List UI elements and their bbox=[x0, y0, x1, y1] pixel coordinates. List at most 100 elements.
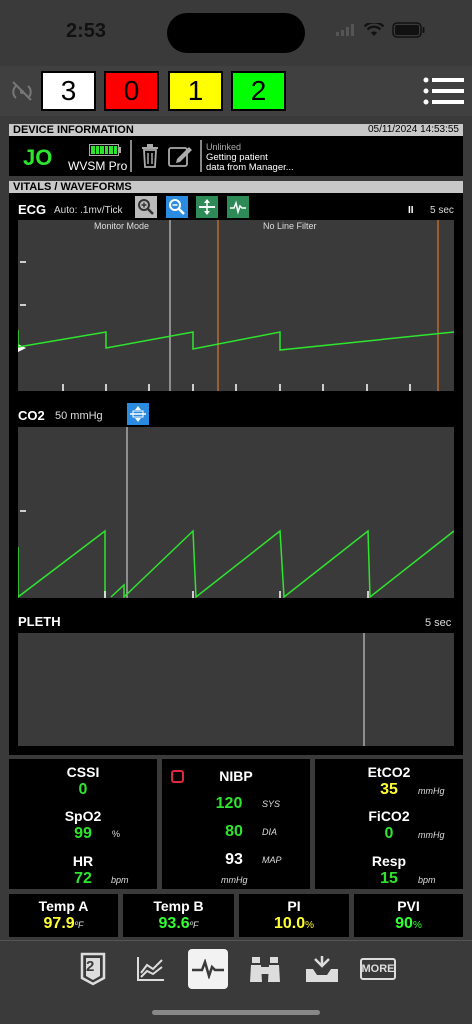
temp-a-panel[interactable]: Temp A 97.9ºF bbox=[9, 894, 118, 937]
nibp-map-label: MAP bbox=[262, 855, 282, 865]
tab-tray[interactable] bbox=[302, 949, 342, 989]
temp-a-value: 97.9 bbox=[43, 915, 75, 932]
status-bar: 2:53 bbox=[0, 0, 472, 66]
no-signal-icon[interactable] bbox=[10, 79, 34, 103]
ecg-wave-icon bbox=[230, 200, 246, 215]
nibp-sys-value: 120 bbox=[215, 795, 243, 812]
link-status: Unlinked bbox=[206, 142, 242, 152]
resp-name: Resp bbox=[371, 853, 407, 869]
hr-name: HR bbox=[72, 853, 94, 869]
scale-adjust-icon bbox=[130, 406, 146, 422]
pi-unit: % bbox=[305, 920, 315, 931]
temp-b-value: 93.6 bbox=[158, 915, 190, 932]
pvi-reading: 90% bbox=[354, 915, 463, 933]
pleth-waveform bbox=[18, 633, 454, 746]
link-message: Getting patient data from Manager... bbox=[206, 152, 294, 173]
cssi-value: 0 bbox=[78, 781, 88, 798]
temp-b-name: Temp B bbox=[153, 898, 204, 914]
device-datetime: 05/11/2024 14:53:55 bbox=[367, 124, 459, 135]
pvi-panel[interactable]: PVI 90% bbox=[354, 894, 463, 937]
nibp-unit: mmHg bbox=[221, 875, 248, 885]
nibp-sys-label: SYS bbox=[262, 799, 281, 809]
cellular-icon bbox=[336, 24, 354, 36]
pvi-value: 90 bbox=[395, 915, 413, 932]
ecg-lead: II bbox=[408, 205, 414, 216]
device-initials[interactable]: JO bbox=[23, 145, 52, 171]
device-info-panel: JO WVSM Pro Unlinked Getting patient dat… bbox=[9, 136, 463, 176]
nibp-panel[interactable]: NIBP 120 SYS 80 DIA 93 MAP mmHg bbox=[162, 759, 310, 889]
tab-search[interactable] bbox=[245, 949, 285, 989]
dynamic-island bbox=[167, 13, 305, 53]
pi-value: 10.0 bbox=[273, 915, 306, 932]
ecg-scale: Auto: .1mv/Tick bbox=[54, 205, 123, 216]
zoom-in-button[interactable] bbox=[135, 196, 157, 218]
tray-download-icon bbox=[306, 956, 338, 982]
nibp-dia-value: 80 bbox=[225, 823, 243, 840]
tab-trends[interactable] bbox=[130, 949, 170, 989]
resp-unit: bpm bbox=[418, 875, 436, 885]
resp-value: 15 bbox=[380, 870, 398, 887]
ecg-duration: 5 sec bbox=[430, 205, 454, 216]
pi-reading: 10.0% bbox=[239, 915, 349, 933]
ecg-mode: Monitor Mode bbox=[94, 221, 150, 231]
nibp-dia-label: DIA bbox=[262, 827, 278, 837]
temp-a-reading: 97.9ºF bbox=[9, 915, 118, 933]
zoom-out-icon bbox=[169, 199, 185, 215]
zoom-in-icon bbox=[138, 199, 154, 215]
triage-box-immediate[interactable]: 0 bbox=[104, 71, 159, 111]
tab-waveforms[interactable] bbox=[188, 949, 228, 989]
trash-icon[interactable] bbox=[140, 144, 160, 168]
home-indicator bbox=[152, 1010, 320, 1015]
pvi-name: PVI bbox=[397, 898, 420, 914]
etco2-name: EtCO2 bbox=[367, 764, 411, 780]
triage-box-minimal[interactable]: 3 bbox=[41, 71, 96, 111]
tab-patients[interactable]: 2 bbox=[73, 949, 113, 989]
tab-more-label: MORE bbox=[361, 963, 395, 975]
ecg-label: ECG bbox=[18, 202, 47, 217]
tab-more[interactable]: MORE bbox=[358, 949, 398, 989]
tab-patients-label: 2 bbox=[86, 958, 95, 975]
pleth-duration: 5 sec bbox=[425, 617, 452, 629]
co2-label: CO2 bbox=[18, 408, 45, 423]
device-name: WVSM Pro bbox=[68, 159, 128, 173]
baseline-button[interactable] bbox=[196, 196, 218, 218]
ecg-wave-button[interactable] bbox=[227, 196, 249, 218]
waveform-icon bbox=[192, 959, 224, 979]
co2-scale-button[interactable] bbox=[127, 403, 149, 425]
etco2-unit: mmHg bbox=[418, 786, 445, 796]
status-icons bbox=[336, 22, 426, 38]
zoom-out-button[interactable] bbox=[166, 196, 188, 218]
vitals-header: VITALS / WAVEFORMS bbox=[9, 181, 463, 193]
temp-b-reading: 93.6ºF bbox=[123, 915, 234, 933]
temp-b-panel[interactable]: Temp B 93.6ºF bbox=[123, 894, 234, 937]
battery-status-icon bbox=[392, 22, 425, 38]
hr-value: 72 bbox=[74, 870, 92, 887]
pleth-label: PLETH bbox=[18, 614, 61, 629]
stats-left-panel: CSSI 0 SpO2 99 % HR 72 bpm bbox=[9, 759, 157, 889]
spo2-value: 99 bbox=[74, 825, 92, 842]
fico2-name: FiCO2 bbox=[368, 808, 410, 824]
triage-box-green[interactable]: 2 bbox=[231, 71, 286, 111]
temp-a-unit: ºF bbox=[74, 920, 84, 930]
pvi-unit: % bbox=[412, 920, 422, 931]
baseline-adjust-icon bbox=[199, 199, 215, 215]
ecg-filter: No Line Filter bbox=[263, 221, 317, 231]
spo2-name: SpO2 bbox=[64, 808, 102, 824]
trend-chart-icon bbox=[137, 957, 164, 981]
triage-box-delayed[interactable]: 1 bbox=[168, 71, 223, 111]
status-time: 2:53 bbox=[66, 20, 107, 42]
vitals-panel: ECG Auto: .1mv/Tick II 5 sec Monitor Mod… bbox=[9, 193, 463, 755]
ecg-waveform: Monitor Mode No Line Filter bbox=[17, 220, 455, 391]
stats-right-panel: EtCO2 35 mmHg FiCO2 0 mmHg Resp 15 bpm bbox=[315, 759, 463, 889]
menu-icon[interactable] bbox=[423, 77, 465, 105]
wifi-icon bbox=[364, 23, 384, 36]
co2-waveform bbox=[17, 427, 455, 599]
temp-b-unit: ºF bbox=[189, 920, 199, 930]
triage-bar: 3 0 1 2 bbox=[0, 66, 472, 116]
spo2-unit: % bbox=[112, 829, 121, 839]
edit-icon[interactable] bbox=[168, 144, 194, 168]
pi-panel[interactable]: PI 10.0% bbox=[239, 894, 349, 937]
device-battery-icon bbox=[89, 144, 119, 156]
nibp-map-value: 93 bbox=[225, 851, 243, 868]
cssi-name: CSSI bbox=[66, 764, 100, 780]
